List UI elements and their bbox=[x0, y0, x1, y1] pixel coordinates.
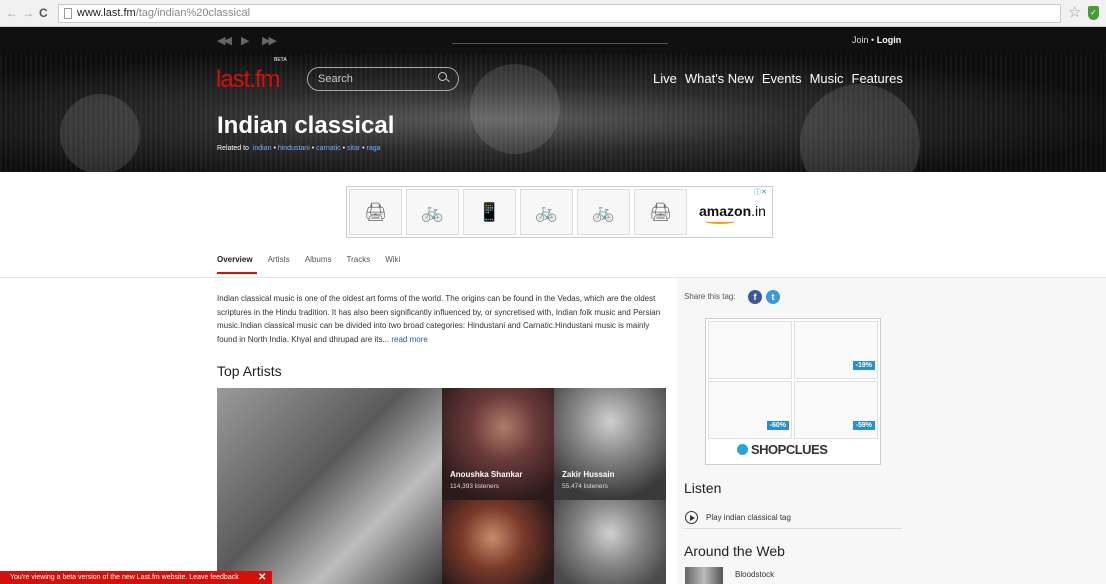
hero-background-figure bbox=[470, 64, 560, 154]
url-host: www.last.fm bbox=[77, 7, 136, 19]
next-icon[interactable]: ▶▶ bbox=[262, 34, 277, 47]
artist-tile[interactable] bbox=[442, 500, 554, 584]
tab-albums[interactable]: Albums bbox=[305, 255, 332, 264]
related-tag-link[interactable]: indian bbox=[253, 145, 272, 152]
close-icon[interactable]: ✕ bbox=[258, 571, 266, 584]
tab-tracks[interactable]: Tracks bbox=[347, 255, 371, 264]
tab-overview[interactable]: Overview bbox=[217, 255, 253, 264]
beta-feedback-text[interactable]: You're viewing a beta version of the new… bbox=[10, 574, 239, 581]
printer-icon[interactable]: 🖨 bbox=[634, 189, 687, 235]
phone-icon[interactable]: 📱 bbox=[463, 189, 516, 235]
nav-features[interactable]: Features bbox=[852, 71, 903, 86]
address-bar[interactable]: www.last.fm/tag/indian%20classical bbox=[58, 4, 1061, 23]
amazon-logo: amazon.in bbox=[699, 203, 766, 219]
forward-icon[interactable]: → bbox=[22, 6, 34, 20]
play-tag-link[interactable]: Play indian classical tag bbox=[706, 513, 791, 522]
auth-separator: • bbox=[871, 35, 875, 45]
amazon-suffix: .in bbox=[751, 203, 766, 219]
search-input[interactable]: Search bbox=[307, 67, 459, 91]
bicycle-icon[interactable]: 🚲 bbox=[520, 189, 573, 235]
nav-whats-new[interactable]: What's New bbox=[685, 71, 754, 86]
auth-links: Join • Login bbox=[852, 35, 901, 45]
related-tag-link[interactable]: raga bbox=[367, 145, 381, 152]
main-nav: Live What's New Events Music Features bbox=[653, 71, 903, 86]
printer-icon[interactable] bbox=[708, 321, 792, 379]
beta-feedback-bar[interactable]: You're viewing a beta version of the new… bbox=[0, 571, 272, 584]
share-label: Share this tag: bbox=[684, 292, 736, 301]
nav-live[interactable]: Live bbox=[653, 71, 677, 86]
artist-listeners: 114,393 listeners bbox=[450, 483, 500, 490]
around-the-web-heading: Around the Web bbox=[684, 543, 785, 559]
back-icon[interactable]: ← bbox=[6, 6, 18, 20]
around-item-link[interactable]: Bloodstock bbox=[735, 570, 774, 579]
read-more-link[interactable]: read more bbox=[391, 335, 427, 344]
related-tags: Related to indian • hindustani • carnati… bbox=[217, 145, 381, 152]
join-link[interactable]: Join bbox=[852, 35, 869, 45]
reload-icon[interactable]: C bbox=[39, 6, 48, 20]
search-icon[interactable] bbox=[438, 72, 447, 81]
discount-badge: -60% bbox=[766, 421, 789, 430]
tab-wiki[interactable]: Wiki bbox=[385, 255, 400, 264]
bloodstock-thumbnail[interactable] bbox=[685, 567, 723, 584]
printer-icon[interactable]: 🖨 bbox=[349, 189, 402, 235]
description-text: Indian classical music is one of the old… bbox=[217, 294, 661, 344]
player-bar: ◀◀ ▶ ▶▶ Join • Login bbox=[0, 27, 1106, 54]
listen-heading: Listen bbox=[684, 480, 722, 496]
page-title: Indian classical bbox=[217, 112, 395, 139]
artist-name[interactable]: Zakir Hussain bbox=[562, 470, 614, 479]
nav-music[interactable]: Music bbox=[810, 71, 844, 86]
discount-badge: -19% bbox=[852, 361, 875, 370]
divider bbox=[684, 528, 902, 529]
ad-choices-icon[interactable]: ⓘ✕ bbox=[754, 187, 767, 197]
banner-ad[interactable]: 🖨 🚲 📱 🚲 🚲 🖨 amazon.in ⓘ✕ bbox=[346, 186, 773, 238]
nav-events[interactable]: Events bbox=[762, 71, 802, 86]
tab-artists[interactable]: Artists bbox=[268, 255, 290, 264]
play-icon[interactable]: ▶ bbox=[241, 34, 250, 47]
artist-tile[interactable]: Anoushka Shankar 114,393 listeners bbox=[442, 388, 554, 500]
browser-toolbar: ← → C www.last.fm/tag/indian%20classical… bbox=[0, 0, 1106, 27]
shopclues-logo: SHOPCLUES bbox=[736, 442, 828, 457]
artist-tile-featured[interactable] bbox=[217, 388, 442, 584]
phone-icon[interactable]: -60% bbox=[708, 381, 792, 439]
play-circle-icon[interactable] bbox=[685, 511, 698, 524]
bookmark-star-icon[interactable]: ☆ bbox=[1068, 4, 1081, 22]
page-icon bbox=[64, 8, 72, 19]
sidebar-ad[interactable]: -19% -60% -59% SHOPCLUES bbox=[705, 318, 881, 465]
hero-background-figure bbox=[60, 94, 140, 172]
top-artists-heading: Top Artists bbox=[217, 363, 282, 379]
amazon-brand: amazon bbox=[699, 203, 752, 219]
active-tab-indicator bbox=[217, 272, 257, 274]
artist-listeners: 55,474 listeners bbox=[562, 483, 608, 490]
bicycle-icon[interactable]: 🚲 bbox=[577, 189, 630, 235]
artist-tile[interactable]: Zakir Hussain 55,474 listeners bbox=[554, 388, 666, 500]
beta-badge: BETA bbox=[274, 57, 287, 63]
artist-name[interactable]: Anoushka Shankar bbox=[450, 470, 522, 479]
related-tag-link[interactable]: carnatic bbox=[316, 145, 341, 152]
discount-badge: -59% bbox=[852, 421, 875, 430]
tag-description: Indian classical music is one of the old… bbox=[217, 292, 667, 346]
url-path: /tag/indian%20classical bbox=[135, 7, 251, 19]
tag-tabs: Overview Artists Albums Tracks Wiki bbox=[217, 255, 400, 264]
related-tag-link[interactable]: hindustani bbox=[278, 145, 310, 152]
bicycle-icon[interactable]: 🚲 bbox=[406, 189, 459, 235]
amazon-smile-icon bbox=[705, 219, 735, 224]
artist-tile[interactable] bbox=[554, 500, 666, 584]
previous-icon[interactable]: ◀◀ bbox=[217, 34, 232, 47]
facebook-icon[interactable]: f bbox=[748, 290, 762, 304]
related-label: Related to bbox=[217, 145, 249, 152]
playback-progress[interactable] bbox=[452, 43, 668, 44]
lastfm-logo[interactable]: last.fm bbox=[216, 66, 281, 94]
related-tag-link[interactable]: sitar bbox=[347, 145, 360, 152]
hero-background-figure bbox=[800, 84, 920, 172]
extension-shield-icon[interactable]: ✓ bbox=[1088, 6, 1099, 20]
login-link[interactable]: Login bbox=[877, 35, 902, 45]
twitter-icon[interactable]: t bbox=[766, 290, 780, 304]
shorts-icon[interactable]: -59% bbox=[794, 381, 878, 439]
printer-icon[interactable]: -19% bbox=[794, 321, 878, 379]
tag-hero: last.fm BETA Search Live What's New Even… bbox=[0, 54, 1106, 172]
